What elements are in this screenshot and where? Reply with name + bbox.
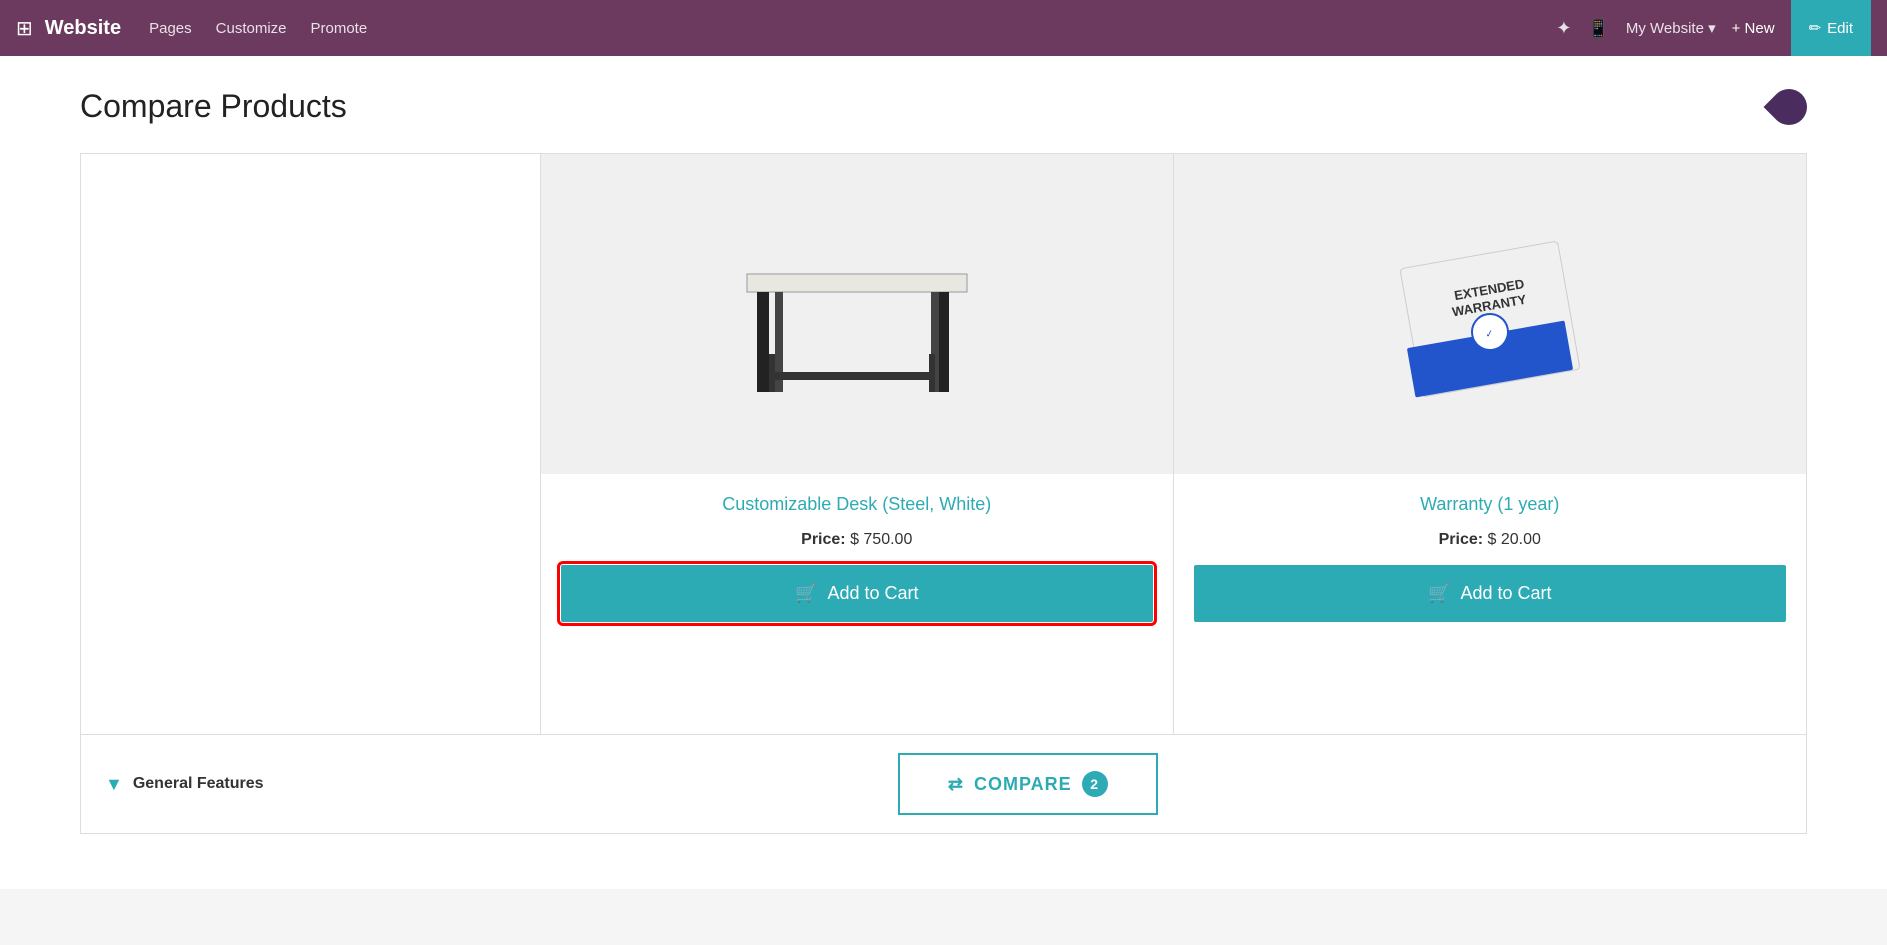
compare-button-area: ⇄ COMPARE 2 — [274, 753, 1782, 815]
product-name-1[interactable]: Customizable Desk (Steel, White) — [702, 474, 1011, 525]
general-features-label: General Features — [133, 775, 264, 793]
add-to-cart-button-1[interactable]: 🛒 Add to Cart — [561, 565, 1153, 622]
compare-badge: 2 — [1082, 771, 1108, 797]
edit-label: Edit — [1827, 20, 1853, 37]
product-price-2: Price: $ 20.00 — [1419, 525, 1561, 565]
add-to-cart-label-1: Add to Cart — [827, 583, 918, 604]
price-value-1: $ 750.00 — [850, 531, 912, 548]
price-value-2: $ 20.00 — [1488, 531, 1541, 548]
top-navigation: ⊞ Website Pages Customize Promote ✦ 📱 My… — [0, 0, 1887, 56]
my-website-dropdown[interactable]: My Website ▾ — [1626, 19, 1716, 37]
chevron-down-icon[interactable]: ▼ — [105, 774, 123, 795]
brand-name[interactable]: Website — [45, 17, 121, 40]
warranty-image: EXTENDED WARRANTY ✓ — [1360, 184, 1620, 444]
compare-icon: ⇄ — [948, 774, 964, 795]
desk-image — [727, 214, 987, 414]
star-icon[interactable]: ✦ — [1556, 18, 1571, 39]
compare-button[interactable]: ⇄ COMPARE 2 — [898, 753, 1158, 815]
nav-promote[interactable]: Promote — [311, 20, 368, 37]
mobile-icon[interactable]: 📱 — [1587, 18, 1609, 39]
page-title-text: Compare Products — [80, 88, 347, 125]
drop-icon — [1764, 81, 1815, 132]
nav-customize[interactable]: Customize — [216, 20, 287, 37]
cart-icon-1: 🛒 — [795, 583, 817, 604]
product-col-2: EXTENDED WARRANTY ✓ Warranty (1 year) Pr… — [1174, 154, 1807, 734]
edit-button[interactable]: ✏ Edit — [1791, 0, 1871, 56]
new-button[interactable]: + New — [1732, 20, 1775, 37]
general-features-row: ▼ General Features ⇄ COMPARE 2 — [80, 735, 1807, 834]
main-content: Compare Products — [0, 56, 1887, 889]
cart-icon-2: 🛒 — [1428, 583, 1450, 604]
compare-button-label: COMPARE — [974, 774, 1072, 795]
price-label-2: Price: — [1439, 531, 1483, 548]
compare-empty-col — [81, 154, 541, 734]
page-title-row: Compare Products — [80, 88, 1807, 125]
grid-icon[interactable]: ⊞ — [16, 16, 33, 41]
compare-table: Customizable Desk (Steel, White) Price: … — [80, 153, 1807, 735]
product-image-area-1 — [541, 154, 1173, 474]
product-price-1: Price: $ 750.00 — [781, 525, 932, 565]
pencil-icon: ✏ — [1809, 19, 1822, 37]
product-col-1: Customizable Desk (Steel, White) Price: … — [541, 154, 1174, 734]
nav-pages[interactable]: Pages — [149, 20, 192, 37]
price-label-1: Price: — [801, 531, 845, 548]
add-to-cart-label-2: Add to Cart — [1460, 583, 1551, 604]
product-image-area-2: EXTENDED WARRANTY ✓ — [1174, 154, 1807, 474]
product-name-2[interactable]: Warranty (1 year) — [1400, 474, 1579, 525]
add-to-cart-button-2[interactable]: 🛒 Add to Cart — [1194, 565, 1787, 622]
nav-right-actions: ✦ 📱 My Website ▾ + New ✏ Edit — [1556, 0, 1871, 56]
